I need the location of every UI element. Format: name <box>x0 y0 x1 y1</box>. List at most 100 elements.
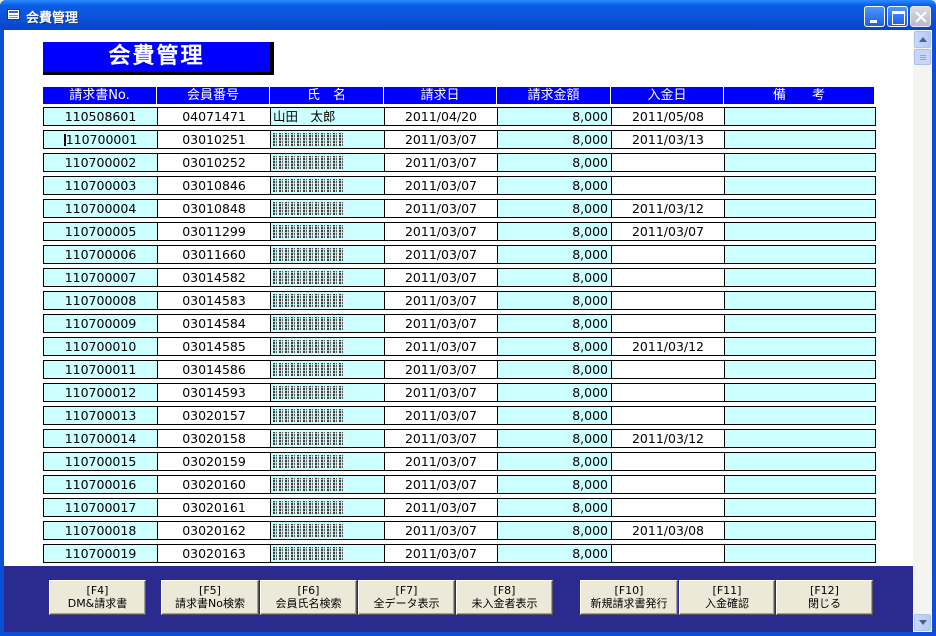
member-name-field[interactable] <box>270 268 385 287</box>
invoice-number-field[interactable]: 110700014 <box>43 429 158 448</box>
invoice-number-field[interactable]: 110700003 <box>43 176 158 195</box>
invoice-number-field[interactable]: 110700009 <box>43 314 158 333</box>
form-icon[interactable] <box>7 9 20 20</box>
payment-date-field[interactable]: 2011/03/12 <box>611 199 725 218</box>
f-key-button-f7[interactable]: [F7] 全データ表示 <box>358 580 455 615</box>
invoice-date-field[interactable]: 2011/03/07 <box>384 452 498 471</box>
remarks-field[interactable] <box>724 383 876 402</box>
remarks-field[interactable] <box>724 153 876 172</box>
invoice-amount-field[interactable]: 8,000 <box>497 383 612 402</box>
table-row[interactable]: 110700006 03011660 2011/03/07 8,000 <box>43 245 876 264</box>
scroll-down-arrow-icon[interactable] <box>914 614 931 631</box>
member-name-field[interactable] <box>270 245 385 264</box>
f-key-button-f6[interactable]: [F6] 会員氏名検索 <box>260 580 357 615</box>
member-name-field[interactable] <box>270 383 385 402</box>
table-row[interactable]: 110700015 03020159 2011/03/07 8,000 <box>43 452 876 471</box>
table-row[interactable]: 110700002 03010252 2011/03/07 8,000 <box>43 153 876 172</box>
invoice-number-field[interactable]: 110700016 <box>43 475 158 494</box>
member-name-field[interactable] <box>270 406 385 425</box>
f-key-button-f4[interactable]: [F4] DM&請求書 <box>49 580 146 615</box>
payment-date-field[interactable] <box>611 475 725 494</box>
table-row[interactable]: 110700018 03020162 2011/03/07 8,000 2011/03/… <box>43 521 876 540</box>
f-key-button-f12[interactable]: [F12] 閉じる <box>776 580 873 615</box>
payment-date-field[interactable]: 2011/03/12 <box>611 337 725 356</box>
table-row[interactable]: 110700017 03020161 2011/03/07 8,000 <box>43 498 876 517</box>
member-name-field[interactable] <box>270 130 385 149</box>
invoice-amount-field[interactable]: 8,000 <box>497 498 612 517</box>
payment-date-field[interactable] <box>611 176 725 195</box>
payment-date-field[interactable] <box>611 291 725 310</box>
invoice-date-field[interactable]: 2011/03/07 <box>384 268 498 287</box>
member-name-field[interactable] <box>270 521 385 540</box>
minimize-button[interactable] <box>864 6 885 27</box>
remarks-field[interactable] <box>724 406 876 425</box>
member-number-field[interactable]: 03014593 <box>157 383 271 402</box>
payment-date-field[interactable]: 2011/03/12 <box>611 429 725 448</box>
invoice-number-field[interactable]: 110700004 <box>43 199 158 218</box>
payment-date-field[interactable] <box>611 498 725 517</box>
table-row[interactable]: 110700013 03020157 2011/03/07 8,000 <box>43 406 876 425</box>
remarks-field[interactable] <box>724 429 876 448</box>
invoice-number-field[interactable]: 110700007 <box>43 268 158 287</box>
invoice-date-field[interactable]: 2011/04/20 <box>384 107 498 126</box>
member-name-field[interactable] <box>270 153 385 172</box>
payment-date-field[interactable] <box>611 383 725 402</box>
payment-date-field[interactable] <box>611 268 725 287</box>
invoice-amount-field[interactable]: 8,000 <box>497 337 612 356</box>
member-number-field[interactable]: 03020158 <box>157 429 271 448</box>
invoice-amount-field[interactable]: 8,000 <box>497 291 612 310</box>
invoice-number-field[interactable]: 110700019 <box>43 544 158 563</box>
f-key-button-f10[interactable]: [F10] 新規請求書発行 <box>580 580 678 615</box>
invoice-number-field[interactable]: 110700018 <box>43 521 158 540</box>
table-row[interactable]: 110700011 03014586 2011/03/07 8,000 <box>43 360 876 379</box>
table-row[interactable]: 110700003 03010846 2011/03/07 8,000 <box>43 176 876 195</box>
invoice-date-field[interactable]: 2011/03/07 <box>384 360 498 379</box>
invoice-amount-field[interactable]: 8,000 <box>497 475 612 494</box>
payment-date-field[interactable]: 2011/05/08 <box>611 107 725 126</box>
member-number-field[interactable]: 03014586 <box>157 360 271 379</box>
invoice-number-field[interactable]: 110700011 <box>43 360 158 379</box>
remarks-field[interactable] <box>724 521 876 540</box>
member-number-field[interactable]: 03020157 <box>157 406 271 425</box>
member-number-field[interactable]: 03011299 <box>157 222 271 241</box>
invoice-date-field[interactable]: 2011/03/07 <box>384 245 498 264</box>
remarks-field[interactable] <box>724 314 876 333</box>
invoice-date-field[interactable]: 2011/03/07 <box>384 544 498 563</box>
invoice-amount-field[interactable]: 8,000 <box>497 245 612 264</box>
member-number-field[interactable]: 04071471 <box>157 107 271 126</box>
invoice-amount-field[interactable]: 8,000 <box>497 429 612 448</box>
member-name-field[interactable] <box>270 452 385 471</box>
table-row[interactable]: 110700008 03014583 2011/03/07 8,000 <box>43 291 876 310</box>
invoice-number-field[interactable]: 110700001 <box>43 130 158 149</box>
invoice-number-field[interactable]: 110700015 <box>43 452 158 471</box>
member-number-field[interactable]: 03014585 <box>157 337 271 356</box>
invoice-date-field[interactable]: 2011/03/07 <box>384 429 498 448</box>
invoice-date-field[interactable]: 2011/03/07 <box>384 383 498 402</box>
invoice-date-field[interactable]: 2011/03/07 <box>384 222 498 241</box>
invoice-date-field[interactable]: 2011/03/07 <box>384 199 498 218</box>
title-bar[interactable]: 会費管理 <box>0 0 936 30</box>
member-number-field[interactable]: 03020161 <box>157 498 271 517</box>
invoice-date-field[interactable]: 2011/03/07 <box>384 337 498 356</box>
invoice-amount-field[interactable]: 8,000 <box>497 360 612 379</box>
table-row[interactable]: 110700009 03014584 2011/03/07 8,000 <box>43 314 876 333</box>
invoice-number-field[interactable]: 110700005 <box>43 222 158 241</box>
member-number-field[interactable]: 03010846 <box>157 176 271 195</box>
invoice-amount-field[interactable]: 8,000 <box>497 199 612 218</box>
member-name-field[interactable] <box>270 498 385 517</box>
member-number-field[interactable]: 03014582 <box>157 268 271 287</box>
member-number-field[interactable]: 03010252 <box>157 153 271 172</box>
invoice-number-field[interactable]: 110700017 <box>43 498 158 517</box>
member-number-field[interactable]: 03010251 <box>157 130 271 149</box>
remarks-field[interactable] <box>724 498 876 517</box>
payment-date-field[interactable] <box>611 452 725 471</box>
table-row[interactable]: 110700001 03010251 2011/03/07 8,000 2011/03/… <box>43 130 876 149</box>
table-row[interactable]: 110700012 03014593 2011/03/07 8,000 <box>43 383 876 402</box>
scroll-up-arrow-icon[interactable] <box>914 31 931 48</box>
member-name-field[interactable] <box>270 314 385 333</box>
invoice-number-field[interactable]: 110700002 <box>43 153 158 172</box>
remarks-field[interactable] <box>724 544 876 563</box>
invoice-amount-field[interactable]: 8,000 <box>497 222 612 241</box>
invoice-date-field[interactable]: 2011/03/07 <box>384 291 498 310</box>
invoice-number-field[interactable]: 110508601 <box>43 107 158 126</box>
